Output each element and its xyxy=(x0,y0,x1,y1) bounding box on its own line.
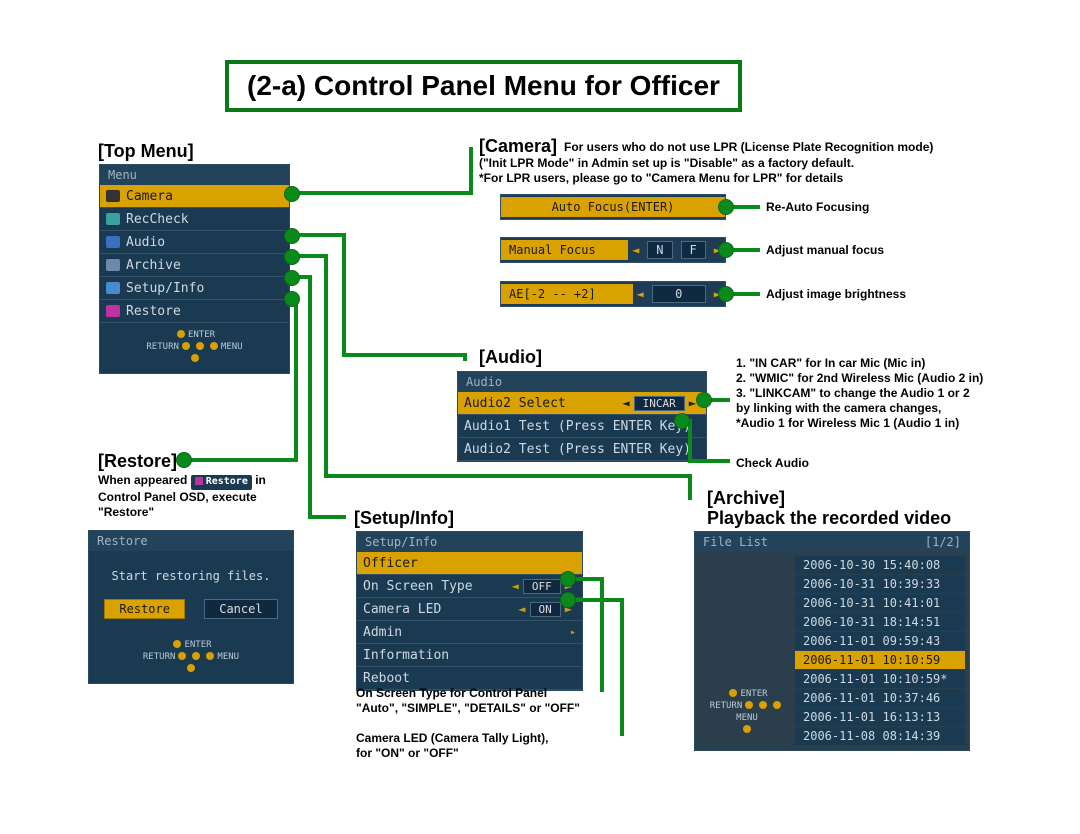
top-menu-panel: Menu Camera RecCheck Audio Archive Setup… xyxy=(99,164,290,374)
camera-anno-2: Adjust manual focus xyxy=(766,243,884,258)
audio-test-1[interactable]: Audio1 Test (Press ENTER Key) xyxy=(458,415,706,438)
menu-item-setup[interactable]: Setup/Info xyxy=(100,277,289,300)
audio-note-1: 1. "IN CAR" for In car Mic (Mic in) xyxy=(736,356,925,371)
audio-note-2: 2. "WMIC" for 2nd Wireless Mic (Audio 2 … xyxy=(736,371,983,386)
audio-select-row[interactable]: Audio2 Select◄ INCAR► xyxy=(458,392,706,415)
menu-item-reccheck[interactable]: RecCheck xyxy=(100,208,289,231)
setup-note-4: for "ON" or "OFF" xyxy=(356,746,459,761)
setup-item-officer[interactable]: Officer xyxy=(357,552,582,575)
file-row[interactable]: 2006-11-01 16:13:13 xyxy=(795,708,965,726)
section-label-archive: [Archive] xyxy=(707,488,785,509)
restore-header: Restore xyxy=(89,531,293,551)
file-row[interactable]: 2006-10-30 15:40:08 xyxy=(795,556,965,574)
file-row[interactable]: 2006-11-01 09:59:43 xyxy=(795,632,965,650)
audio-check-label: Check Audio xyxy=(736,456,809,471)
setup-item-screen-type[interactable]: On Screen Type◄OFF► xyxy=(357,575,582,598)
restore-note-2: Control Panel OSD, execute xyxy=(98,490,257,505)
restore-note-3: "Restore" xyxy=(98,505,154,520)
setup-panel: Setup/Info Officer On Screen Type◄OFF► C… xyxy=(356,531,583,691)
menu-header: Menu xyxy=(100,165,289,185)
page-title: (2-a) Control Panel Menu for Officer xyxy=(225,60,742,112)
file-row[interactable]: 2006-10-31 18:14:51 xyxy=(795,613,965,631)
audio-note-5: *Audio 1 for Wireless Mic 1 (Audio 1 in) xyxy=(736,416,959,431)
archive-panel: File List[1/2] 2006-10-30 15:40:08 2006-… xyxy=(694,531,970,751)
file-row[interactable]: 2006-11-01 10:37:46 xyxy=(795,689,965,707)
camera-ae[interactable]: AE[-2 -- +2] ◄0► xyxy=(500,281,726,307)
restore-note-1: When appeared Restore in xyxy=(98,473,266,490)
camera-note-2: ("Init LPR Mode" in Admin set up is "Dis… xyxy=(479,156,1039,171)
menu-item-audio[interactable]: Audio xyxy=(100,231,289,254)
file-row[interactable]: 2006-10-31 10:39:33 xyxy=(795,575,965,593)
camera-note-1: For users who do not use LPR (License Pl… xyxy=(564,140,1044,155)
restore-tag: Restore xyxy=(191,475,252,490)
camera-anno-1: Re-Auto Focusing xyxy=(766,200,869,215)
section-label-setup: [Setup/Info] xyxy=(354,508,454,529)
setup-note-2: "Auto", "SIMPLE", "DETAILS" or "OFF" xyxy=(356,701,580,716)
audio-note-3: 3. "LINKCAM" to change the Audio 1 or 2 xyxy=(736,386,970,401)
setup-note-1: On Screen Type for Control Panel xyxy=(356,686,547,701)
file-row[interactable]: 2006-11-01 10:10:59* xyxy=(795,670,965,688)
setup-item-information[interactable]: Information xyxy=(357,644,582,667)
section-label-camera: [Camera] xyxy=(479,136,557,157)
camera-manual-focus[interactable]: Manual Focus ◄N F► xyxy=(500,237,726,263)
cancel-button[interactable]: Cancel xyxy=(204,599,277,619)
section-label-audio: [Audio] xyxy=(479,347,542,368)
setup-header: Setup/Info xyxy=(357,532,582,552)
menu-item-restore[interactable]: Restore xyxy=(100,300,289,323)
archive-subtitle: Playback the recorded video xyxy=(707,508,951,529)
audio-panel: Audio Audio2 Select◄ INCAR► Audio1 Test … xyxy=(457,371,707,462)
file-row[interactable]: 2006-11-08 08:14:39 xyxy=(795,727,965,745)
menu-item-camera[interactable]: Camera xyxy=(100,185,289,208)
nav-hint-archive: ENTER RETURNMENU xyxy=(701,682,793,744)
audio-header: Audio xyxy=(458,372,706,392)
setup-item-camera-led[interactable]: Camera LED◄ON► xyxy=(357,598,582,621)
audio-test-2[interactable]: Audio2 Test (Press ENTER Key) xyxy=(458,438,706,461)
setup-item-admin[interactable]: Admin▸ xyxy=(357,621,582,644)
restore-message: Start restoring files. xyxy=(89,569,293,583)
file-row-selected[interactable]: 2006-11-01 10:10:59 xyxy=(795,651,965,669)
camera-note-3: *For LPR users, please go to "Camera Men… xyxy=(479,171,1039,186)
menu-item-archive[interactable]: Archive xyxy=(100,254,289,277)
section-label-restore: [Restore] xyxy=(98,451,177,472)
nav-hint-restore: ENTER RETURNMENU xyxy=(89,633,293,683)
setup-note-3: Camera LED (Camera Tally Light), xyxy=(356,731,549,746)
section-label-top-menu: [Top Menu] xyxy=(98,141,194,162)
restore-panel: Restore Start restoring files. Restore C… xyxy=(88,530,294,684)
camera-anno-3: Adjust image brightness xyxy=(766,287,906,302)
audio-note-4: by linking with the camera changes, xyxy=(736,401,941,416)
restore-button[interactable]: Restore xyxy=(104,599,185,619)
archive-header: File List[1/2] xyxy=(695,532,969,552)
file-row[interactable]: 2006-10-31 10:41:01 xyxy=(795,594,965,612)
camera-auto-focus[interactable]: Auto Focus(ENTER) xyxy=(500,194,726,220)
nav-hint: ENTER RETURNMENU xyxy=(100,323,289,373)
